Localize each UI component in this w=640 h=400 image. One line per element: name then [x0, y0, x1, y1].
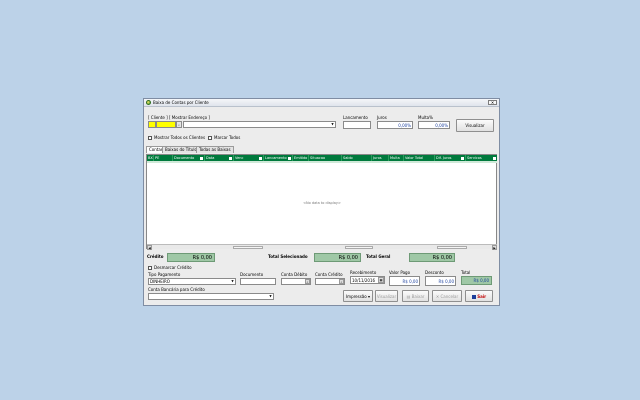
desmarcar-credito-checkbox[interactable] [148, 266, 152, 270]
tipo-pagamento-select[interactable]: DINHEIRO [148, 278, 236, 285]
total-value: R$ 0,00 [461, 276, 492, 285]
search-icon: ⌕ [178, 123, 180, 127]
baixar-label: Baixar [411, 294, 425, 299]
multa-label: Multa% [418, 115, 433, 120]
tab-baixas-titulo[interactable]: Baixas do Título [162, 146, 200, 153]
mostrar-todos-label: Mostrar Todos os Clientes [154, 135, 206, 140]
documento-input[interactable] [240, 278, 276, 285]
total-geral-value: R$ 0,00 [409, 253, 455, 262]
total-selecionado-label: Total Selecionado [268, 254, 308, 259]
desktop: { "window": { "title": "Baixa de Contas … [0, 0, 640, 400]
filter-arrow-icon[interactable] [461, 156, 464, 160]
title-bar: Baixa de Contas por Cliente ✕ [144, 99, 499, 107]
scroll-thumb-2[interactable] [345, 246, 373, 249]
conta-credito-label: Conta Crédito [315, 272, 343, 277]
cliente-label: [ Cliente ] [ Mostrar Endereço ] [148, 115, 210, 120]
exit-icon [471, 295, 476, 299]
recebimento-label: Recebimento [350, 270, 377, 275]
scroll-left-icon[interactable]: ◀ [147, 245, 152, 250]
filter-arrow-icon[interactable] [200, 156, 203, 160]
cliente-select[interactable] [183, 121, 336, 128]
scroll-right-icon[interactable]: ▶ [492, 245, 497, 250]
sair-label: Sair [477, 294, 487, 299]
cliente-lookup-button[interactable]: ⌕ [176, 121, 182, 128]
chevron-down-icon[interactable]: ▼ [330, 122, 335, 127]
visualizar-button[interactable]: Visualizar [375, 290, 398, 302]
juros-label: Juros [377, 115, 387, 120]
app-icon [146, 100, 151, 105]
cliente-code-input[interactable] [156, 121, 176, 128]
visualizar-filter-button[interactable]: Visualizar [456, 119, 494, 132]
cancelar-label: Cancelar [440, 294, 459, 299]
conta-bancaria-label: Conta Bancária para Crédito [148, 287, 205, 292]
horizontal-scrollbar[interactable]: ◀ ▶ [147, 244, 497, 250]
marcar-todos-label: Marcar Todos [214, 135, 241, 140]
scroll-thumb-3[interactable] [437, 246, 467, 249]
lancamento-label: Lancamento [343, 115, 368, 120]
calendar-icon[interactable]: ▦ [378, 277, 384, 283]
search-icon[interactable]: ⌕ [305, 279, 310, 284]
grid-filter-row [147, 161, 497, 163]
filter-arrow-icon[interactable] [288, 156, 291, 160]
chevron-down-icon: ▾ [367, 294, 370, 299]
documento-label: Documento [240, 272, 264, 277]
conta-bancaria-select[interactable] [148, 293, 274, 300]
baixar-button[interactable]: ▤ Baixar [402, 290, 429, 302]
window-title: Baixa de Contas por Cliente [153, 100, 209, 105]
marcar-todos-checkbox[interactable] [208, 136, 212, 140]
credito-label: Crédito [147, 254, 164, 259]
total-selecionado-value: R$ 0,00 [314, 253, 361, 262]
filter-arrow-icon[interactable] [229, 156, 232, 160]
grid-empty-text: <No data to display> [303, 201, 341, 205]
cancelar-button[interactable]: ✕ Cancelar [432, 290, 462, 302]
baixar-icon: ▤ [406, 294, 411, 299]
cliente-code-field[interactable] [148, 121, 156, 128]
contas-grid[interactable]: BX PE Documento Data Venc Lancamento Emi… [146, 154, 497, 250]
desmarcar-credito-label: Desmarcar Crédito [154, 265, 192, 270]
close-icon: ✕ [435, 294, 440, 299]
scroll-thumb[interactable] [233, 246, 263, 249]
credito-value: R$ 0,00 [167, 253, 215, 262]
mostrar-todos-checkbox[interactable] [148, 136, 152, 140]
total-geral-label: Total Geral [366, 254, 391, 259]
multa-input[interactable]: 0,00% [418, 121, 450, 129]
chevron-down-icon[interactable]: ▼ [268, 294, 273, 299]
tab-todas-baixas[interactable]: Todas as Baixas [196, 146, 234, 153]
total-label: Total [461, 270, 471, 275]
tipo-pagamento-label: Tipo Pagamento [148, 272, 181, 277]
baixa-contas-window: Baixa de Contas por Cliente ✕ [ Cliente … [143, 98, 500, 306]
close-button[interactable]: ✕ [488, 100, 497, 105]
valor-pago-label: Valor Pago [389, 270, 411, 275]
filter-arrow-icon[interactable] [493, 156, 496, 160]
filter-arrow-icon[interactable] [259, 156, 262, 160]
conta-debito-label: Conta Débito [281, 272, 308, 277]
desconto-label: Desconto [425, 270, 444, 275]
desconto-input[interactable]: R$ 0,00 [425, 276, 456, 286]
chevron-down-icon[interactable]: ▼ [230, 279, 235, 284]
lancamento-input[interactable] [343, 121, 371, 129]
sair-button[interactable]: Sair [465, 290, 493, 302]
juros-input[interactable]: 0,00% [377, 121, 413, 129]
impressao-button[interactable]: Impressão ▾ [343, 290, 373, 302]
valor-pago-input[interactable]: R$ 0,00 [389, 276, 420, 286]
search-icon[interactable]: ⌕ [339, 279, 344, 284]
impressao-label: Impressão [346, 294, 367, 299]
